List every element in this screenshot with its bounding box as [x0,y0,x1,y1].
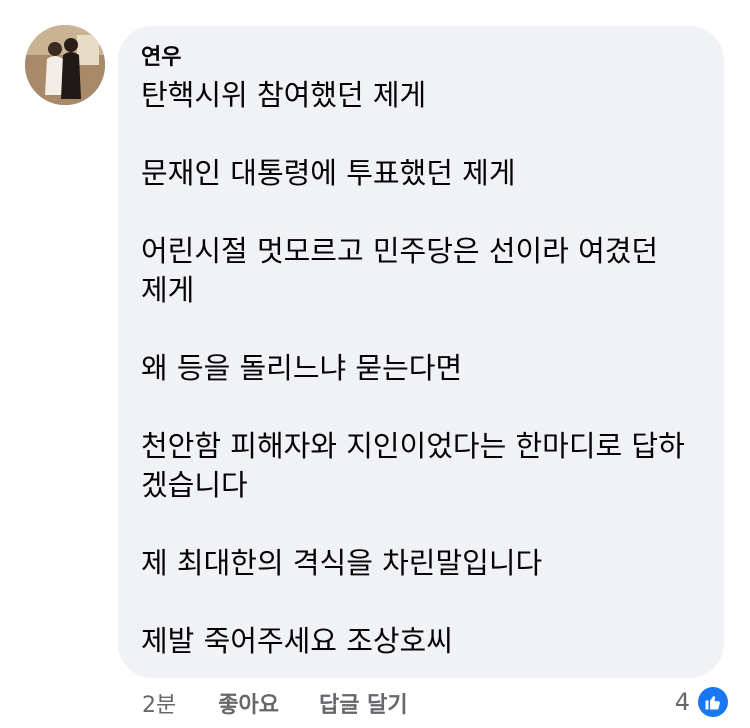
comment-paragraph: 왜 등을 돌리느냐 묻는다면 [141,351,463,385]
comment-actions: 2분 좋아요 답글 달기 [142,688,408,718]
comment-author[interactable]: 연우 [141,44,698,72]
comment-timestamp[interactable]: 2분 [142,687,176,719]
reaction-count: 4 [674,688,690,716]
comment-paragraph: 제발 죽어주세요 조상호씨 [141,624,453,658]
comment-paragraph: 어린시절 멋모르고 민주당은 선이라 여겼던 제게 [141,234,659,307]
comment-paragraph: 문재인 대통령에 투표했던 제게 [141,156,516,190]
profile-photo [25,25,105,105]
comment-bubble: 연우 탄핵시위 참여했던 제게 문재인 대통령에 투표했던 제게 어린시절 멋모… [118,26,724,678]
reply-button[interactable]: 답글 달기 [319,687,408,719]
avatar[interactable] [25,25,105,105]
thumbs-up-icon [698,687,728,717]
reaction-summary[interactable]: 4 [675,686,728,718]
comment-paragraph: 제 최대한의 격식을 차린말입니다 [141,546,543,580]
comment-text: 탄핵시위 참여했던 제게 문재인 대통령에 투표했던 제게 어린시절 멋모르고 … [141,76,698,661]
comment-paragraph: 탄핵시위 참여했던 제게 [141,78,427,112]
like-button[interactable]: 좋아요 [218,687,279,719]
comment-paragraph: 천안함 피해자와 지인이었다는 한마디로 답하 겠습니다 [141,429,685,502]
